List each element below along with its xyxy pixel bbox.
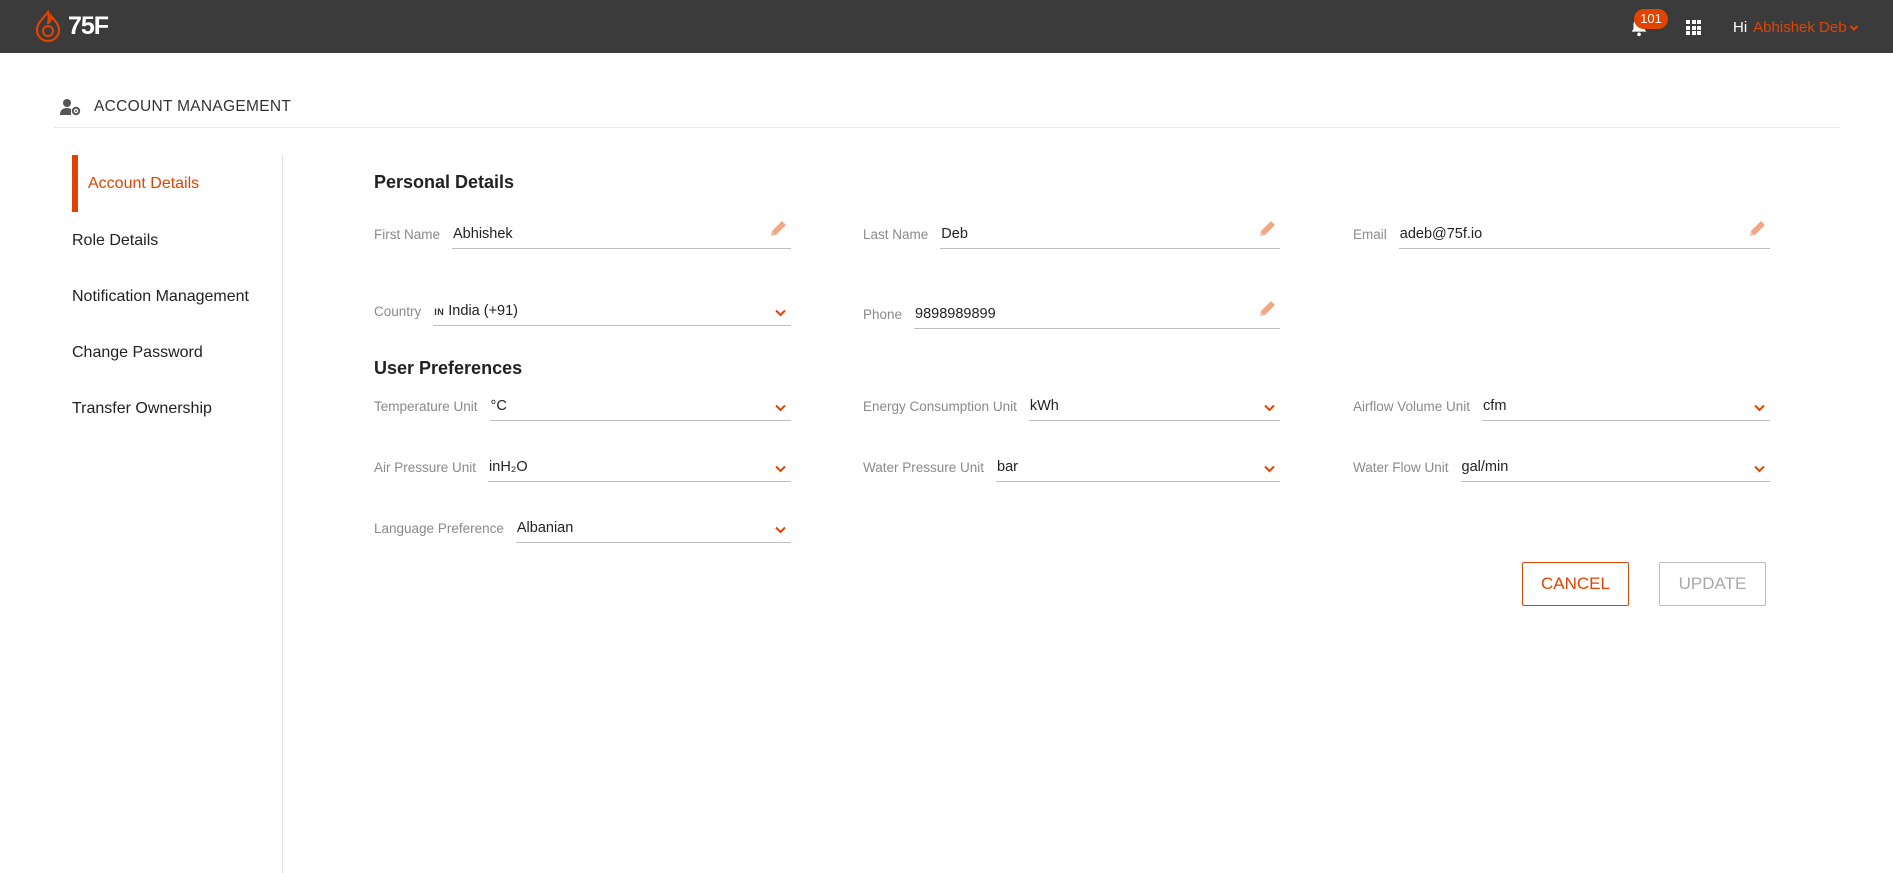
temperature-unit-select[interactable]: °C — [489, 391, 791, 421]
water-pressure-unit-value: bar — [997, 459, 1019, 475]
email-field: Email adeb@75f.io — [1353, 213, 1770, 249]
brand-name: 75F — [68, 11, 109, 40]
country-name: India (+91) — [448, 303, 519, 319]
chevron-down-icon[interactable] — [774, 308, 787, 318]
airflow-unit-field: Airflow Volume Unit cfm — [1353, 385, 1770, 421]
airflow-unit-value: cfm — [1483, 398, 1507, 414]
phone-input[interactable]: 9898989899 — [914, 299, 1280, 329]
first-name-field: First Name Abhishek — [374, 213, 791, 249]
sidebar-item-account-details[interactable]: Account Details — [72, 175, 199, 193]
air-pressure-unit-field: Air Pressure Unit inH₂O — [374, 446, 791, 482]
sidebar-item-role-details[interactable]: Role Details — [72, 232, 158, 250]
chevron-down-icon[interactable] — [1263, 464, 1276, 474]
water-pressure-unit-label: Water Pressure Unit — [863, 460, 985, 475]
water-flow-unit-label: Water Flow Unit — [1353, 460, 1449, 475]
language-preference-label: Language Preference — [374, 521, 504, 536]
pencil-icon[interactable] — [1256, 218, 1278, 240]
user-name[interactable]: Abhishek Deb — [1753, 19, 1846, 36]
country-label: Country — [374, 304, 422, 319]
last-name-field: Last Name Deb — [863, 213, 1280, 249]
temperature-unit-value: °C — [490, 398, 507, 414]
country-field: Country IN India (+91) — [374, 290, 791, 326]
first-name-input[interactable]: Abhishek — [452, 219, 791, 249]
update-button[interactable]: UPDATE — [1659, 562, 1766, 606]
country-select[interactable]: IN India (+91) — [433, 296, 791, 326]
header-divider — [54, 127, 1840, 128]
water-flow-unit-value: gal/min — [1461, 459, 1509, 475]
sidebar-divider — [282, 155, 283, 873]
pencil-icon[interactable] — [767, 218, 789, 240]
brand-logo[interactable]: 75F — [34, 9, 109, 43]
top-navigation-bar: 75F 101 Hi Abhishek Deb — [0, 0, 1893, 53]
water-pressure-unit-select[interactable]: bar — [996, 452, 1280, 482]
first-name-label: First Name — [374, 227, 441, 242]
chevron-down-icon[interactable] — [774, 403, 787, 413]
pencil-icon[interactable] — [1746, 218, 1768, 240]
personal-details-heading: Personal Details — [374, 172, 515, 192]
last-name-input[interactable]: Deb — [940, 219, 1280, 249]
last-name-label: Last Name — [863, 227, 929, 242]
chevron-down-icon[interactable] — [1753, 464, 1766, 474]
user-settings-icon — [60, 99, 81, 116]
email-label: Email — [1353, 227, 1387, 242]
sidebar-item-notification-management[interactable]: Notification Management — [72, 288, 249, 306]
airflow-unit-label: Airflow Volume Unit — [1353, 399, 1471, 414]
user-menu[interactable]: Hi Abhishek Deb — [1733, 19, 1859, 36]
flame-logo-icon — [35, 10, 61, 42]
chevron-down-icon[interactable] — [1263, 403, 1276, 413]
language-preference-select[interactable]: Albanian — [515, 513, 791, 543]
sidebar-item-transfer-ownership[interactable]: Transfer Ownership — [72, 400, 212, 418]
page-title: ACCOUNT MANAGEMENT — [94, 98, 292, 115]
page-header: ACCOUNT MANAGEMENT — [60, 98, 291, 116]
language-preference-value: Albanian — [516, 520, 574, 536]
chevron-down-icon[interactable] — [774, 525, 787, 535]
pencil-icon[interactable] — [1256, 298, 1278, 320]
chevron-down-icon[interactable] — [774, 464, 787, 474]
first-name-value: Abhishek — [453, 226, 513, 242]
water-pressure-unit-field: Water Pressure Unit bar — [863, 446, 1280, 482]
air-pressure-unit-label: Air Pressure Unit — [374, 460, 477, 475]
sidebar-item-change-password[interactable]: Change Password — [72, 344, 203, 362]
temperature-unit-label: Temperature Unit — [374, 399, 478, 414]
cancel-button[interactable]: CANCEL — [1522, 562, 1629, 606]
chevron-down-icon[interactable] — [1753, 403, 1766, 413]
notification-count-badge: 101 — [1634, 9, 1668, 29]
energy-unit-value: kWh — [1029, 398, 1059, 414]
temperature-unit-field: Temperature Unit °C — [374, 385, 791, 421]
country-flag-code: IN — [434, 307, 445, 317]
water-flow-unit-select[interactable]: gal/min — [1460, 452, 1770, 482]
email-value: adeb@75f.io — [1399, 226, 1483, 242]
phone-field: Phone 9898989899 — [863, 293, 1280, 329]
water-flow-unit-field: Water Flow Unit gal/min — [1353, 446, 1770, 482]
email-input[interactable]: adeb@75f.io — [1398, 218, 1770, 249]
chevron-down-icon — [1849, 24, 1858, 31]
energy-unit-label: Energy Consumption Unit — [863, 399, 1017, 414]
phone-value: 9898989899 — [915, 306, 996, 322]
language-preference-field: Language Preference Albanian — [374, 507, 791, 543]
air-pressure-unit-select[interactable]: inH₂O — [488, 452, 791, 482]
apps-grid-icon[interactable] — [1686, 20, 1701, 35]
airflow-unit-select[interactable]: cfm — [1482, 391, 1770, 421]
phone-label: Phone — [863, 307, 903, 322]
country-value: IN India (+91) — [434, 303, 518, 319]
energy-unit-field: Energy Consumption Unit kWh — [863, 385, 1280, 421]
last-name-value: Deb — [941, 226, 968, 242]
greeting-text: Hi — [1733, 19, 1748, 36]
energy-unit-select[interactable]: kWh — [1028, 391, 1280, 421]
air-pressure-unit-value: inH₂O — [489, 459, 528, 475]
user-preferences-heading: User Preferences — [374, 358, 523, 378]
